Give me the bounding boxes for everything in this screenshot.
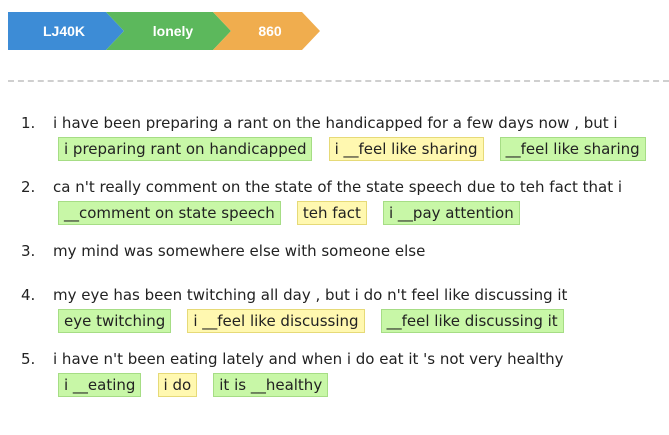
- breadcrumb-item-corpus-label: LJ40K: [43, 23, 85, 39]
- result-number: 3.: [21, 242, 36, 260]
- keyword-tag[interactable]: i __eating: [58, 373, 142, 397]
- keyword-tag[interactable]: i __feel like sharing: [328, 137, 484, 161]
- breadcrumb-item-emotion-label: lonely: [153, 23, 194, 39]
- keyword-tag[interactable]: eye twitching: [58, 309, 172, 333]
- breadcrumb: LJ40K lonely 860: [8, 12, 328, 50]
- keyword-tag[interactable]: i do: [157, 373, 198, 397]
- tag-list: eye twitching i __feel like discussing _…: [58, 309, 669, 335]
- result-item: 5. i have n't been eating lately and whe…: [0, 347, 669, 399]
- keyword-tag[interactable]: __feel like sharing: [499, 137, 646, 161]
- keyword-tag[interactable]: i __feel like discussing: [187, 309, 365, 333]
- result-item: 2. ca n't really comment on the state of…: [0, 175, 669, 227]
- result-number: 2.: [21, 178, 36, 196]
- result-item: 3. my mind was somewhere else with someo…: [0, 239, 669, 263]
- result-sentence: my mind was somewhere else with someone …: [53, 242, 426, 260]
- result-sentence: i have n't been eating lately and when i…: [53, 350, 564, 368]
- keyword-tag[interactable]: i __pay attention: [383, 201, 520, 225]
- result-item: 4. my eye has been twitching all day , b…: [0, 283, 669, 335]
- tag-list: i preparing rant on handicapped i __feel…: [58, 137, 669, 163]
- result-item: 1. i have been preparing a rant on the h…: [0, 111, 669, 163]
- breadcrumb-item-emotion[interactable]: lonely: [106, 12, 231, 50]
- result-number: 5.: [21, 350, 36, 368]
- tag-list: i __eating i do it is __healthy: [58, 373, 669, 399]
- breadcrumb-item-id-label: 860: [258, 23, 282, 39]
- result-number: 4.: [21, 286, 36, 304]
- result-number: 1.: [21, 114, 36, 132]
- keyword-tag[interactable]: __feel like discussing it: [380, 309, 564, 333]
- breadcrumb-item-corpus[interactable]: LJ40K: [8, 12, 124, 50]
- keyword-tag[interactable]: teh fact: [296, 201, 367, 225]
- result-list: 1. i have been preparing a rant on the h…: [0, 111, 669, 411]
- result-sentence: ca n't really comment on the state of th…: [53, 178, 623, 196]
- result-sentence: i have been preparing a rant on the hand…: [53, 114, 618, 132]
- keyword-tag[interactable]: __comment on state speech: [58, 201, 281, 225]
- result-sentence: my eye has been twitching all day , but …: [53, 286, 568, 304]
- tag-list: __comment on state speech teh fact i __p…: [58, 201, 669, 227]
- keyword-tag[interactable]: i preparing rant on handicapped: [58, 137, 313, 161]
- dashed-divider: [8, 80, 669, 82]
- keyword-tag[interactable]: it is __healthy: [213, 373, 329, 397]
